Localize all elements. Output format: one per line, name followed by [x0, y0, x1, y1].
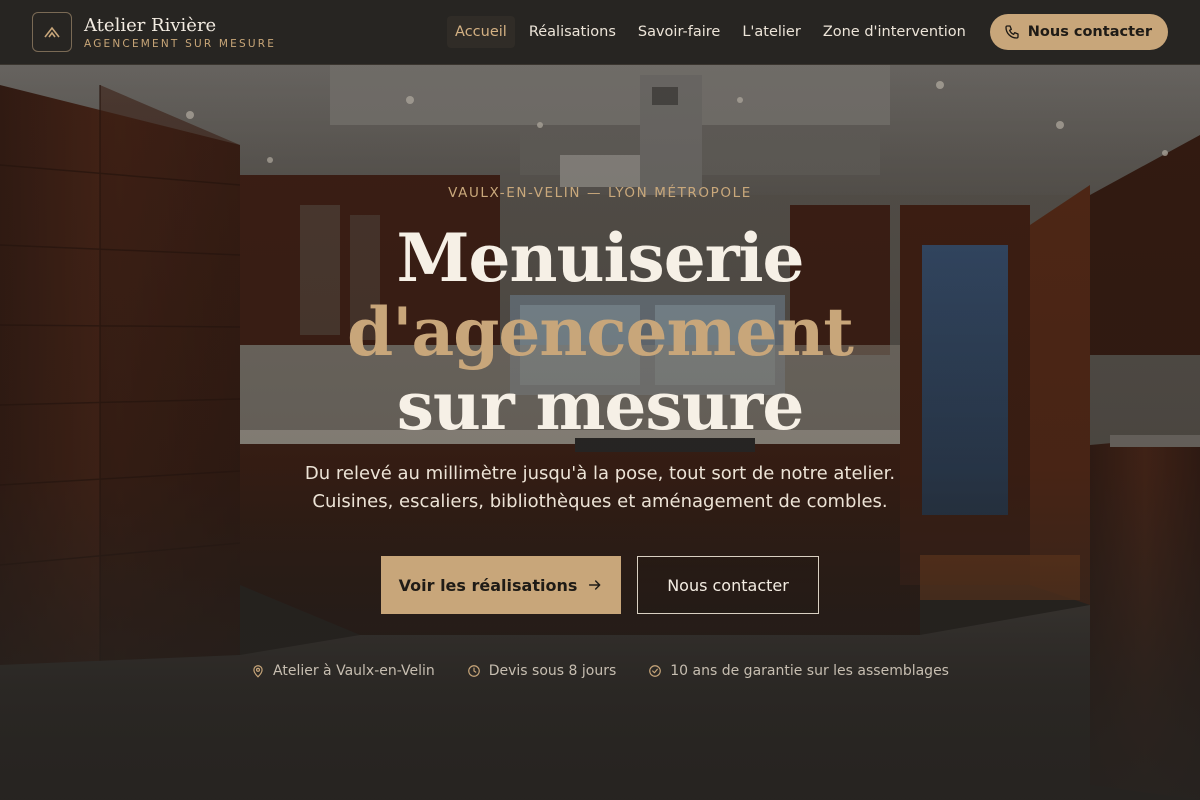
hero-title-line-3: sur mesure: [396, 367, 805, 445]
logo[interactable]: [32, 12, 72, 52]
nav-item-zone-intervention[interactable]: Zone d'intervention: [815, 16, 974, 48]
fact-workshop: Atelier à Vaulx-en-Velin: [251, 663, 435, 679]
hero-subtitle: Du relevé au millimètre jusqu'à la pose,…: [0, 460, 1200, 516]
header-contact-button[interactable]: Nous contacter: [989, 14, 1168, 50]
nav-item-atelier[interactable]: L'atelier: [734, 16, 809, 48]
fact-quote-delay: Devis sous 8 jours: [467, 663, 617, 679]
hero-contact-button[interactable]: Nous contacter: [637, 556, 819, 614]
brand-tagline: AGENCEMENT SUR MESURE: [84, 37, 277, 50]
main-nav: Accueil Réalisations Savoir-faire L'atel…: [447, 14, 1168, 50]
hero-subtitle-line-1: Du relevé au millimètre jusqu'à la pose,…: [304, 463, 896, 484]
nav-item-accueil[interactable]: Accueil: [447, 16, 515, 48]
brand-name: Atelier Rivière: [84, 14, 217, 36]
brand[interactable]: Atelier Rivière AGENCEMENT SUR MESURE: [32, 12, 276, 52]
hero-contact-label: Nous contacter: [667, 575, 789, 595]
chevron-up-logo-icon: [44, 26, 60, 38]
fact-warranty-label: 10 ans de garantie sur les assemblages: [670, 663, 949, 679]
hero-subtitle-line-2: Cuisines, escaliers, bibliothèques et am…: [312, 491, 888, 512]
hero-kicker: VAULX-EN-VELIN — LYON MÉTROPOLE: [448, 185, 752, 201]
hero-actions: Voir les réalisations Nous contacter: [381, 556, 819, 614]
hero-title: Menuiserie d'agencement sur mesure: [0, 221, 1200, 443]
view-projects-button[interactable]: Voir les réalisations: [381, 556, 621, 614]
clock-icon: [467, 665, 480, 677]
nav-item-realisations[interactable]: Réalisations: [521, 16, 624, 48]
fact-quote-delay-label: Devis sous 8 jours: [488, 663, 617, 679]
nav-item-savoir-faire[interactable]: Savoir-faire: [630, 16, 728, 48]
phone-icon: [1005, 25, 1019, 39]
fact-warranty: 10 ans de garantie sur les assemblages: [648, 663, 949, 679]
hero-facts: Atelier à Vaulx-en-Velin Devis sous 8 jo…: [0, 663, 1200, 679]
map-pin-icon: [253, 665, 263, 678]
arrow-right-icon: [589, 580, 601, 590]
view-projects-label: Voir les réalisations: [398, 575, 578, 595]
hero-title-line-2: d'agencement: [347, 293, 854, 371]
hero-title-line-1: Menuiserie: [396, 219, 804, 297]
check-circle-icon: [649, 665, 662, 677]
header-contact-label: Nous contacter: [1027, 24, 1152, 40]
site-header: Atelier Rivière AGENCEMENT SUR MESURE Ac…: [0, 0, 1200, 65]
fact-workshop-label: Atelier à Vaulx-en-Velin: [273, 663, 435, 679]
